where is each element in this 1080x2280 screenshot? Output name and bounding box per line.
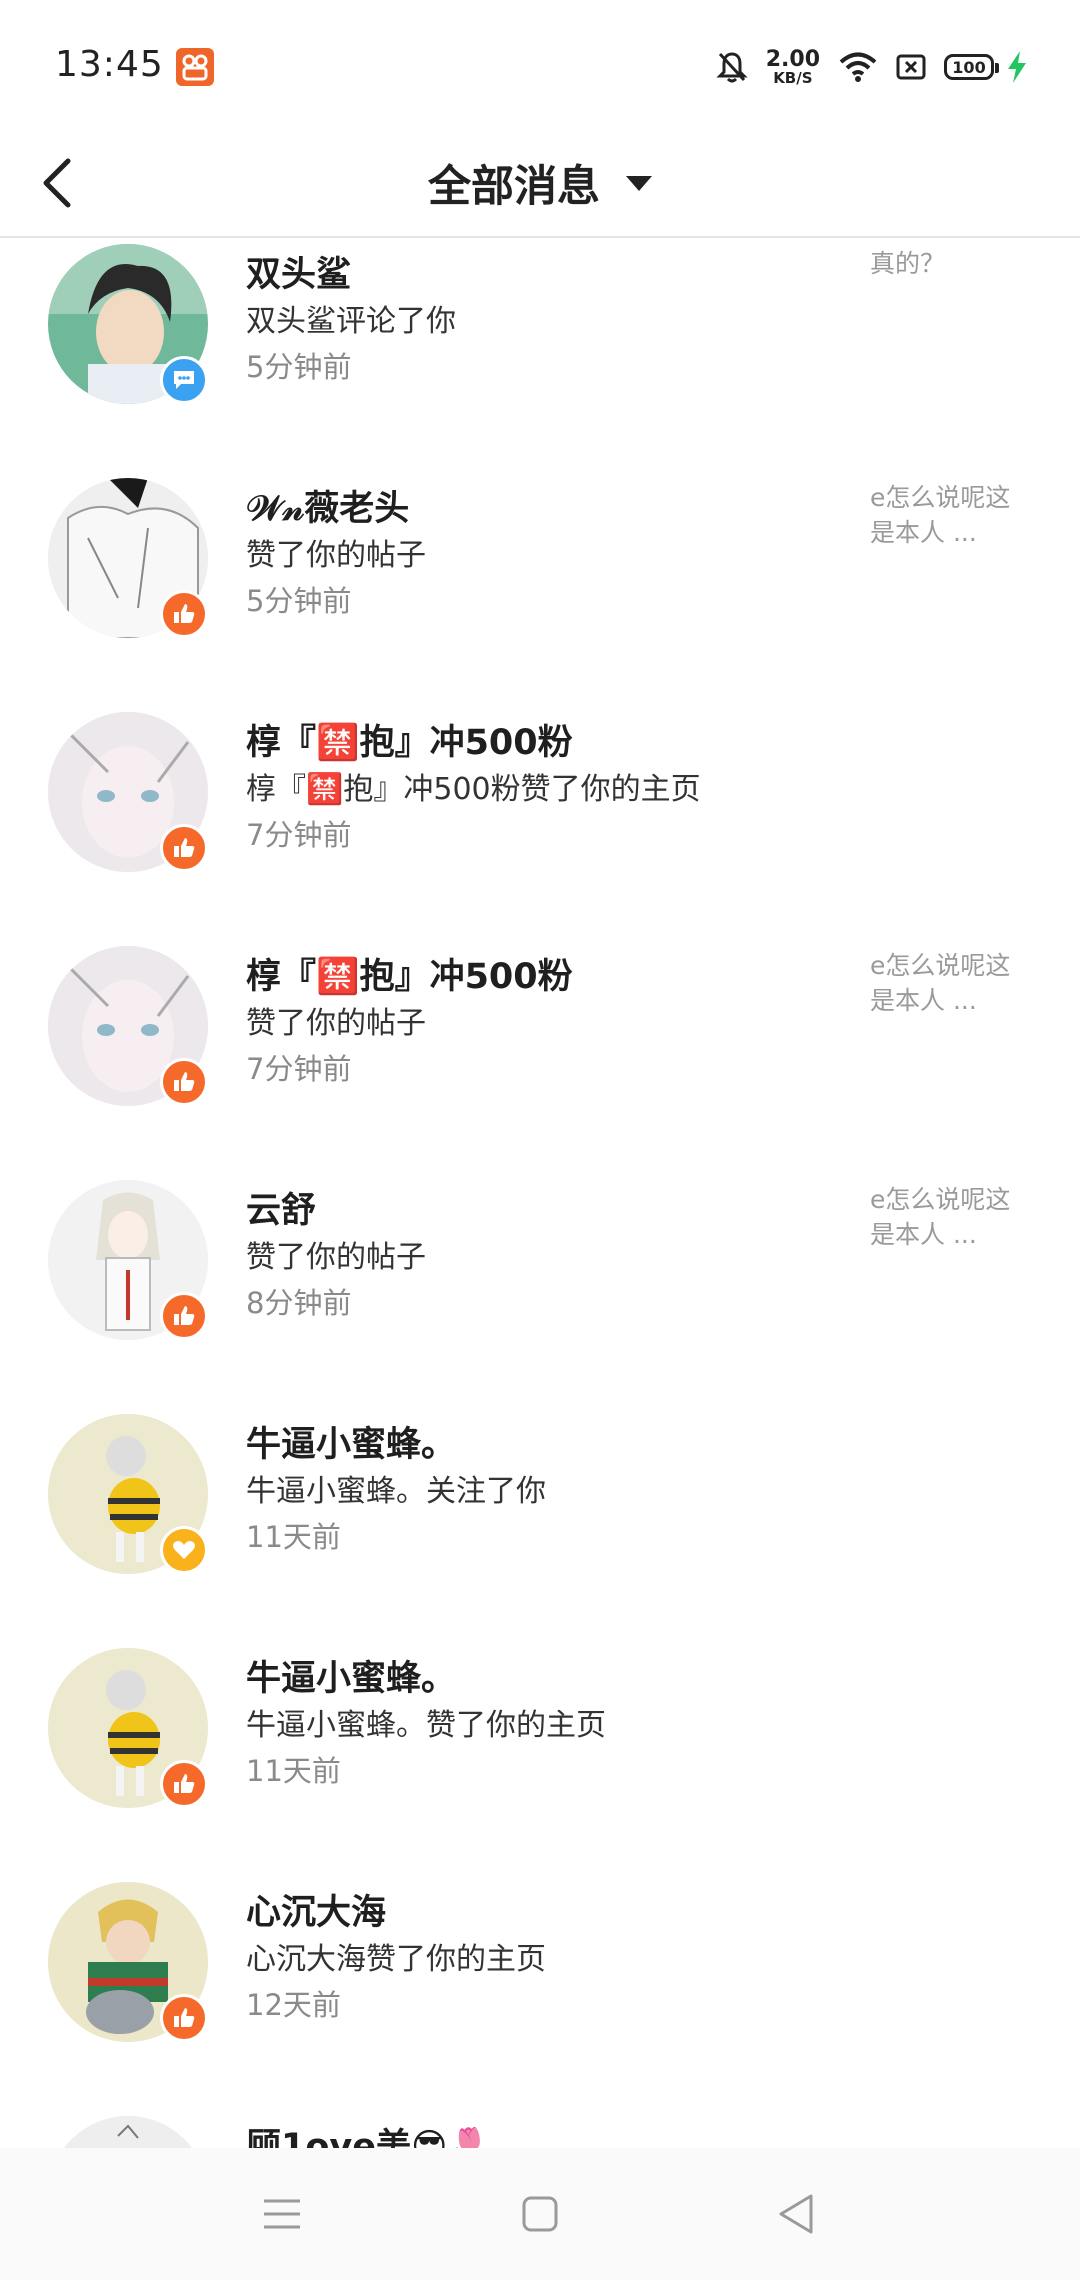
content-preview[interactable]: e怎么说呢这是本人 ... [870, 1182, 1030, 1252]
wifi-icon [839, 52, 877, 82]
like-badge-icon [160, 1058, 208, 1106]
sender-name[interactable]: 牛逼小蜜蜂。 [246, 1650, 456, 1701]
message-time: 5分钟前 [246, 584, 352, 618]
message-action: 赞了你的帖子 [246, 1240, 426, 1275]
message-time: 7分钟前 [246, 1052, 352, 1086]
like-badge-icon [160, 1292, 208, 1340]
message-item[interactable]: 双头鲨 双头鲨评论了你 5分钟前 真的？ [0, 240, 1080, 474]
avatar-container [48, 2116, 208, 2148]
message-action: 椁『🈲抱』冲500粉赞了你的主页 [246, 772, 701, 807]
message-item[interactable]: 椁『🈲抱』冲500粉 椁『🈲抱』冲500粉赞了你的主页 7分钟前 [0, 708, 1080, 942]
message-action: 牛逼小蜜蜂。关注了你 [246, 1474, 546, 1509]
sender-name[interactable]: 椁『🈲抱』冲500粉 [246, 714, 573, 765]
message-item[interactable]: 椁『🈲抱』冲500粉 赞了你的帖子 7分钟前 e怎么说呢这是本人 ... [0, 942, 1080, 1176]
home-button[interactable] [480, 2148, 600, 2280]
message-time: 7分钟前 [246, 818, 352, 852]
avatar-container [48, 1882, 208, 2042]
message-action: 心沉大海赞了你的主页 [246, 1942, 546, 1977]
app-header: 全部消息 [0, 130, 1080, 238]
home-square-icon [522, 2196, 558, 2232]
avatar-container [48, 1180, 208, 1340]
message-time: 11天前 [246, 1754, 341, 1788]
sender-name[interactable]: 双头鲨 [246, 246, 351, 297]
message-time: 8分钟前 [246, 1286, 352, 1320]
net-speed-unit: KB/S [773, 68, 813, 87]
like-badge-icon [160, 824, 208, 872]
message-action: 双头鲨评论了你 [246, 304, 456, 339]
like-badge-icon [160, 1760, 208, 1808]
comment-badge-icon [160, 356, 208, 404]
net-speed-value: 2.00 [765, 46, 820, 72]
back-triangle-icon [779, 2194, 813, 2234]
message-item[interactable]: 牛逼小蜜蜂。 牛逼小蜜蜂。关注了你 11天前 [0, 1410, 1080, 1644]
page-title: 全部消息 [428, 162, 600, 212]
avatar-container [48, 946, 208, 1106]
content-preview[interactable]: e怎么说呢这是本人 ... [870, 948, 1030, 1018]
battery-level: 100 [952, 57, 986, 77]
like-badge-icon [160, 1994, 208, 2042]
sender-name[interactable]: 椁『🈲抱』冲500粉 [246, 948, 573, 999]
net-speed: 2.00 KB/S [765, 46, 820, 87]
sender-name[interactable]: 云舒 [246, 1182, 316, 1233]
message-action: 牛逼小蜜蜂。赞了你的主页 [246, 1708, 606, 1743]
message-list[interactable]: 双头鲨 双头鲨评论了你 5分钟前 真的？ 𝒲𝓃薇老头 赞了你的帖子 5分钟前 e… [0, 240, 1080, 2148]
avatar[interactable] [48, 2116, 208, 2148]
message-item[interactable]: 云舒 赞了你的帖子 8分钟前 e怎么说呢这是本人 ... [0, 1176, 1080, 1410]
message-action: 赞了你的帖子 [246, 538, 426, 573]
avatar-container [48, 244, 208, 404]
avatar-container [48, 1648, 208, 1808]
app-badge-icon [176, 48, 214, 86]
charging-bolt-icon [1008, 51, 1026, 83]
message-item[interactable]: 顾1ove美😎🌷 [0, 2112, 1080, 2148]
title-dropdown[interactable]: 全部消息 [0, 130, 1080, 236]
message-item[interactable]: 𝒲𝓃薇老头 赞了你的帖子 5分钟前 e怎么说呢这是本人 ... [0, 474, 1080, 708]
mute-bell-icon [716, 52, 748, 83]
avatar-container [48, 1414, 208, 1574]
menu-icon [264, 2199, 300, 2229]
chevron-left-icon [43, 158, 71, 208]
sender-name[interactable]: 𝒲𝓃薇老头 [246, 480, 409, 531]
message-item[interactable]: 心沉大海 心沉大海赞了你的主页 12天前 [0, 1878, 1080, 2112]
content-preview[interactable]: e怎么说呢这是本人 ... [870, 480, 1030, 550]
sender-name[interactable]: 牛逼小蜜蜂。 [246, 1416, 456, 1467]
status-time: 13:45 [55, 44, 164, 85]
message-action: 赞了你的帖子 [246, 1006, 426, 1041]
like-badge-icon [160, 590, 208, 638]
menu-button[interactable] [222, 2148, 342, 2280]
system-nav-bar [0, 2148, 1080, 2280]
status-bar: 13:45 2.00 KB/S 100 [0, 0, 1080, 130]
avatar-container [48, 478, 208, 638]
back-nav-button[interactable] [735, 2148, 855, 2280]
heart-badge-icon [160, 1526, 208, 1574]
sender-name[interactable]: 心沉大海 [246, 1884, 386, 1935]
message-time: 11天前 [246, 1520, 341, 1554]
status-icons: 2.00 KB/S 100 [698, 42, 1028, 92]
sender-name[interactable]: 顾1ove美😎🌷 [246, 2118, 491, 2148]
sim-icon [896, 54, 926, 80]
content-preview[interactable]: 真的？ [870, 246, 1030, 281]
back-button[interactable] [40, 130, 120, 236]
battery-icon: 100 [944, 54, 999, 80]
caret-down-icon [626, 175, 652, 191]
message-item[interactable]: 牛逼小蜜蜂。 牛逼小蜜蜂。赞了你的主页 11天前 [0, 1644, 1080, 1878]
message-time: 5分钟前 [246, 350, 352, 384]
avatar-container [48, 712, 208, 872]
message-time: 12天前 [246, 1988, 341, 2022]
